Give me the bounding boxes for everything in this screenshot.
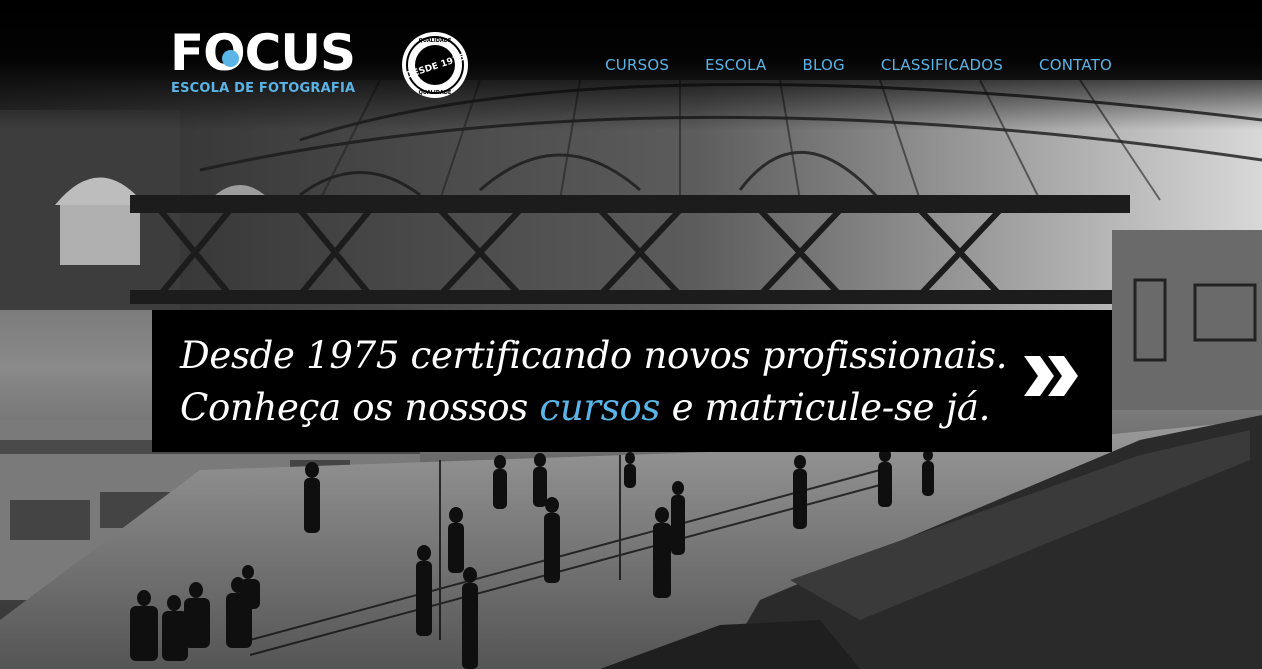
nav-link-contato[interactable]: CONTATO [1039, 56, 1112, 74]
nav-link-cursos[interactable]: CURSOS [605, 56, 669, 74]
banner-line-2-before: Conheça os nossos [180, 386, 540, 429]
banner-line-1: Desde 1975 certificando novos profission… [180, 334, 1008, 377]
banner-headline: Desde 1975 certificando novos profission… [180, 330, 1008, 434]
nav-item-cursos: CURSOS [605, 56, 669, 75]
since-1975-seal: DESDE 1975 QUALIDADE QUALIDADE [400, 30, 470, 100]
nav-link-classificados[interactable]: CLASSIFICADOS [881, 56, 1003, 74]
banner-line-2-after: e matricule-se já. [660, 386, 991, 429]
nav-link-escola[interactable]: ESCOLA [705, 56, 766, 74]
nav-item-escola: ESCOLA [705, 56, 766, 75]
banner-cursos-link[interactable]: cursos [539, 386, 660, 429]
seal-top-text: QUALIDADE [419, 38, 452, 44]
hero-banner: Desde 1975 certificando novos profission… [152, 310, 1112, 452]
nav-item-classificados: CLASSIFICADOS [881, 56, 1003, 75]
logo-lens-dot [222, 50, 239, 67]
seal-badge-icon: DESDE 1975 QUALIDADE QUALIDADE [402, 32, 468, 98]
logo-wordmark: FOCUS [170, 24, 356, 82]
focus-logo[interactable]: FOCUS ESCOLA DE FOTOGRAFIA [170, 24, 380, 100]
nav-link-blog[interactable]: BLOG [803, 56, 845, 74]
nav-item-contato: CONTATO [1039, 56, 1112, 75]
seal-bottom-text: QUALIDADE [419, 90, 452, 96]
logo-tagline: ESCOLA DE FOTOGRAFIA [171, 81, 356, 96]
banner-line-2: Conheça os nossos cursos e matricule-se … [180, 382, 1007, 434]
nav-item-blog: BLOG [803, 56, 845, 75]
main-nav: CURSOS ESCOLA BLOG CLASSIFICADOS CONTATO [605, 56, 1112, 75]
double-chevron-right-icon[interactable] [1022, 352, 1082, 400]
